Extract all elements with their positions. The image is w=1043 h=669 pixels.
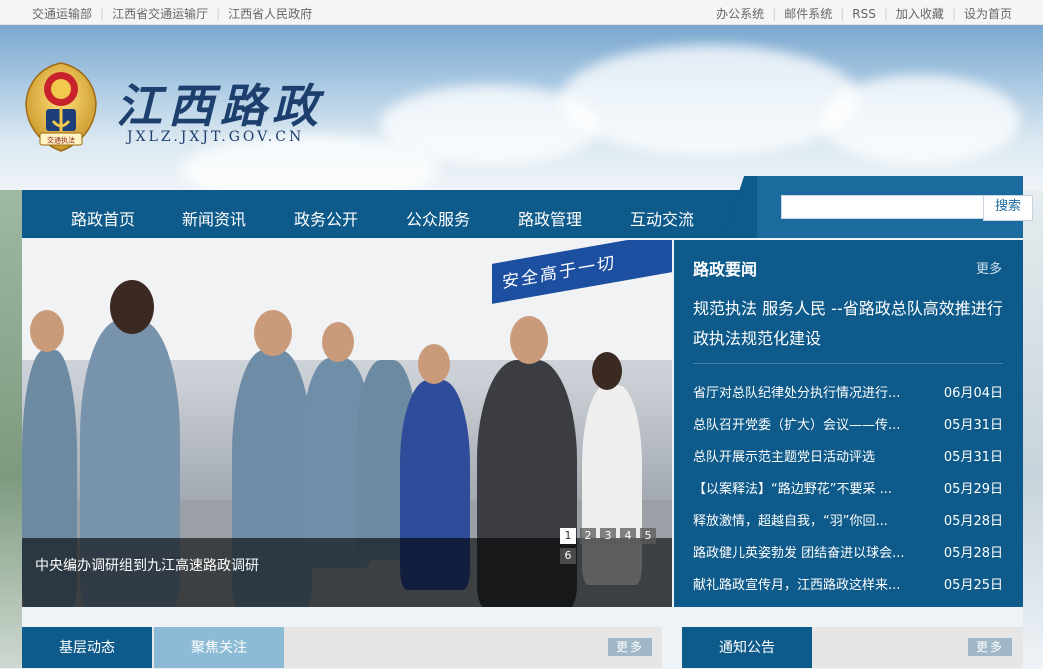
news-heading: 路政要闻 — [693, 260, 758, 279]
top-links-left: 交通运输部 | 江西省交通运输厅 | 江西省人民政府 — [32, 5, 312, 22]
nav-item-public-service[interactable]: 公众服务 — [406, 206, 470, 230]
slide-photo-figure — [510, 316, 548, 364]
link-mail-system[interactable]: 邮件系统 — [784, 7, 832, 21]
news-list: 省厅对总队纪律处分执行情况进行... 06月04日 总队召开党委（扩大）会议——传… — [693, 378, 1003, 602]
road-news-panel: 路政要闻 更多 规范执法 服务人民 --省路政总队高效推进行政执法规范化建设 省… — [674, 240, 1023, 607]
slide-page-6[interactable]: 6 — [560, 548, 576, 564]
news-item: 释放激情，超越自我，“羽”你回... 05月28日 — [693, 506, 1003, 538]
news-item-title[interactable]: 路政健儿英姿勃发 团结奋进以球会... — [693, 542, 933, 561]
news-headline[interactable]: 规范执法 服务人民 --省路政总队高效推进行政执法规范化建设 — [693, 294, 1003, 354]
news-item: 【以案释法】“路边野花”不要采 ... 05月29日 — [693, 474, 1003, 506]
tab-grassroots[interactable]: 基层动态 — [22, 627, 152, 668]
cloud-decoration — [820, 75, 1020, 165]
divider: | — [840, 7, 845, 21]
photo-slider[interactable]: 安全高于一切 中央编办调研组到九江高速路政调研 1 2 3 4 56 — [22, 240, 672, 607]
grassroots-panel-header: 基层动态 聚焦关注 更多 — [22, 627, 662, 668]
news-item-date: 05月28日 — [943, 546, 1003, 561]
news-item-title[interactable]: 总队开展示范主题党日活动评选 — [693, 446, 933, 465]
search-input[interactable] — [781, 195, 989, 219]
slide-page-2[interactable]: 2 — [580, 528, 596, 544]
emblem-icon: 交通执法 — [25, 62, 97, 152]
nav-tabs: 路政首页 新闻资讯 政务公开 公众服务 路政管理 互动交流 — [22, 190, 752, 238]
slide-page-3[interactable]: 3 — [600, 528, 616, 544]
news-item: 总队开展示范主题党日活动评选 05月31日 — [693, 442, 1003, 474]
top-bar: 交通运输部 | 江西省交通运输厅 | 江西省人民政府 办公系统 | 邮件系统 | RSS | 加入收… — [0, 0, 1043, 25]
news-item-date: 05月28日 — [943, 514, 1003, 529]
slide-page-4[interactable]: 4 — [620, 528, 636, 544]
slide-photo-figure — [110, 280, 154, 334]
side-decoration-right — [1023, 190, 1043, 668]
news-more-link[interactable]: 更多 — [976, 258, 1002, 277]
news-item-title[interactable]: 【以案释法】“路边野花”不要采 ... — [693, 478, 933, 497]
divider: | — [951, 7, 956, 21]
news-item-date: 05月31日 — [943, 418, 1003, 433]
slide-photo-figure — [322, 322, 354, 362]
link-set-homepage[interactable]: 设为首页 — [964, 7, 1012, 21]
link-ministry[interactable]: 交通运输部 — [32, 7, 92, 21]
search-area: 搜索 — [757, 176, 1033, 238]
slide-page-1[interactable]: 1 — [560, 528, 576, 544]
news-item-date: 06月04日 — [943, 386, 1003, 401]
divider: | — [772, 7, 777, 21]
link-province-transport[interactable]: 江西省交通运输厅 — [112, 7, 208, 21]
divider — [693, 363, 1003, 364]
news-item: 路政健儿英姿勃发 团结奋进以球会... 05月28日 — [693, 538, 1003, 570]
news-item-title[interactable]: 总队召开党委（扩大）会议——传... — [693, 414, 933, 433]
divider: | — [100, 7, 105, 21]
more-button-right[interactable]: 更多 — [968, 638, 1012, 656]
slide-page-5[interactable]: 5 — [640, 528, 656, 544]
slide-photo-figure — [254, 310, 292, 356]
nav-item-road-admin[interactable]: 路政管理 — [518, 206, 582, 230]
news-item-date: 05月29日 — [943, 482, 1003, 497]
news-item-date: 05月31日 — [943, 450, 1003, 465]
news-item-date: 05月25日 — [943, 578, 1003, 593]
search-button[interactable]: 搜索 — [983, 195, 1033, 221]
tab-notice[interactable]: 通知公告 — [682, 627, 812, 668]
main-nav: 路政首页 新闻资讯 政务公开 公众服务 路政管理 互动交流 搜索 — [22, 176, 1033, 238]
link-province-gov[interactable]: 江西省人民政府 — [228, 7, 312, 21]
tab-focus[interactable]: 聚焦关注 — [154, 627, 284, 668]
svg-text:交通执法: 交通执法 — [47, 136, 75, 145]
more-button-left[interactable]: 更多 — [608, 638, 652, 656]
link-add-favorite[interactable]: 加入收藏 — [896, 7, 944, 21]
slide-pager: 1 2 3 4 5 6 — [556, 524, 672, 564]
nav-item-gov-affairs[interactable]: 政务公开 — [294, 206, 358, 230]
news-item: 献礼路政宣传月，江西路政这样来... 05月25日 — [693, 570, 1003, 602]
divider: | — [216, 7, 221, 21]
slide-caption[interactable]: 中央编办调研组到九江高速路政调研 — [35, 555, 259, 575]
news-item: 省厅对总队纪律处分执行情况进行... 06月04日 — [693, 378, 1003, 410]
nav-item-home[interactable]: 路政首页 — [71, 206, 135, 230]
news-item-title[interactable]: 献礼路政宣传月，江西路政这样来... — [693, 574, 933, 593]
side-decoration-left — [0, 190, 22, 668]
top-links-right: 办公系统 | 邮件系统 | RSS | 加入收藏 | 设为首页 — [716, 5, 1012, 22]
slide-photo-figure — [30, 310, 64, 352]
link-office-system[interactable]: 办公系统 — [716, 7, 764, 21]
notice-panel-header: 通知公告 更多 — [682, 627, 1023, 668]
slide-photo-figure — [418, 344, 450, 384]
cloud-decoration — [560, 45, 860, 155]
nav-item-interaction[interactable]: 互动交流 — [630, 206, 694, 230]
nav-item-news[interactable]: 新闻资讯 — [182, 206, 246, 230]
header-banner: 交通执法 江西路政 JXLZ.JXJT.GOV.CN — [0, 25, 1043, 190]
news-item-title[interactable]: 省厅对总队纪律处分执行情况进行... — [693, 382, 933, 401]
site-domain: JXLZ.JXJT.GOV.CN — [127, 129, 305, 145]
link-rss[interactable]: RSS — [852, 7, 876, 21]
news-item: 总队召开党委（扩大）会议——传... 05月31日 — [693, 410, 1003, 442]
divider: | — [883, 7, 888, 21]
news-item-title[interactable]: 释放激情，超越自我，“羽”你回... — [693, 510, 933, 529]
slide-photo-figure — [592, 352, 622, 390]
site-logo-title: 江西路政 — [116, 79, 324, 133]
